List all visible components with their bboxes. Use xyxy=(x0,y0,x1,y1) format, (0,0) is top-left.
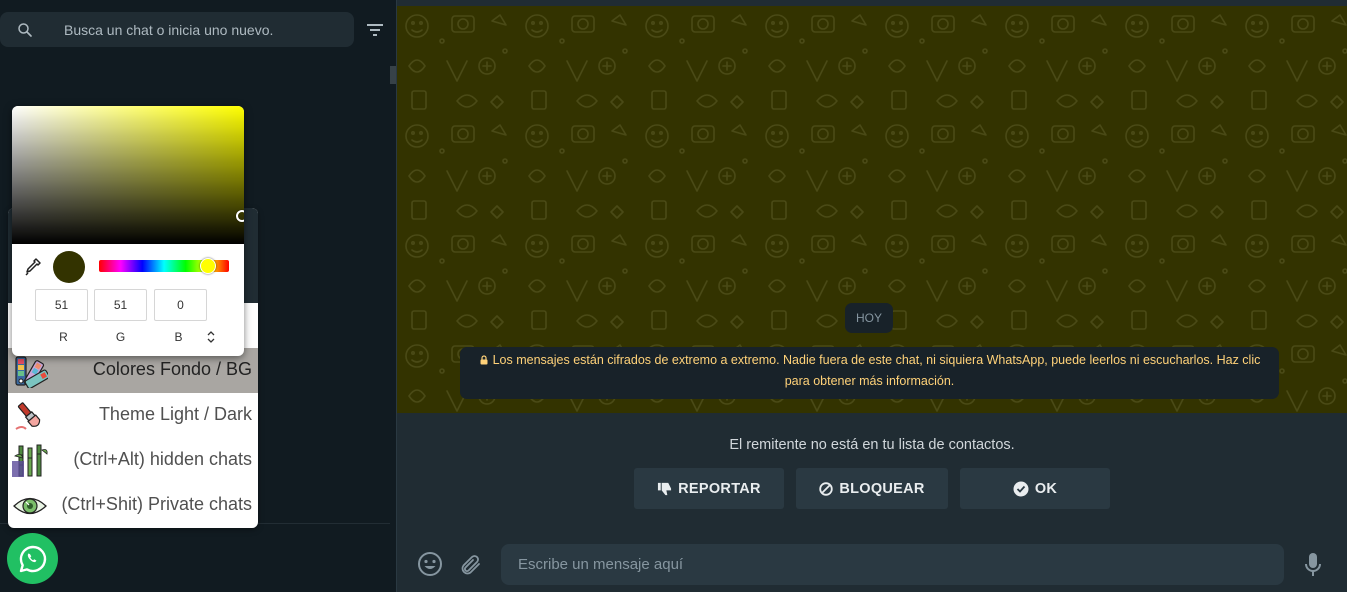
message-input[interactable] xyxy=(501,544,1284,585)
message-composer xyxy=(397,533,1347,592)
ok-button[interactable]: OK xyxy=(960,468,1110,509)
sidebar: Colores Fondo / BG Theme Light / Dark xyxy=(0,0,396,592)
menu-item-hidden-chats[interactable]: (Ctrl+Alt) hidden chats xyxy=(8,438,258,483)
red-input[interactable] xyxy=(35,289,88,321)
search-bar[interactable] xyxy=(0,12,354,47)
eyedropper-icon[interactable] xyxy=(25,258,41,276)
color-mode-toggle-icon[interactable] xyxy=(205,330,217,344)
block-button[interactable]: BLOQUEAR xyxy=(796,468,948,509)
menu-item-label: Theme Light / Dark xyxy=(98,404,252,424)
paint-brush-icon xyxy=(15,402,41,430)
date-chip: HOY xyxy=(845,303,893,333)
color-preview-swatch xyxy=(53,251,85,283)
blue-input[interactable] xyxy=(154,289,207,321)
menu-item-private-chats[interactable]: (Ctrl+Shit) Private chats xyxy=(8,483,258,528)
menu-item-label: Colores Fondo / BG xyxy=(92,359,252,379)
blue-label: B xyxy=(174,330,183,344)
hue-slider[interactable] xyxy=(99,258,229,274)
paperclip-icon[interactable] xyxy=(459,553,483,577)
saturation-area[interactable] xyxy=(12,106,244,244)
search-icon xyxy=(18,23,32,37)
encryption-notice-text: Los mensajes están cifrados de extremo a… xyxy=(492,353,1261,388)
unknown-sender-text: El remitente no está en tu lista de cont… xyxy=(729,437,1015,453)
ok-button-label: OK xyxy=(1034,480,1058,497)
lock-icon xyxy=(480,355,488,365)
search-input[interactable] xyxy=(56,12,346,47)
encryption-notice[interactable]: Los mensajes están cifrados de extremo a… xyxy=(460,347,1279,399)
green-label: G xyxy=(115,330,126,344)
red-label: R xyxy=(59,330,68,344)
bamboo-icon xyxy=(12,444,48,477)
filter-icon[interactable] xyxy=(365,20,385,40)
menu-item-label: (Ctrl+Shit) Private chats xyxy=(61,494,252,514)
report-button[interactable]: REPORTAR xyxy=(634,468,784,509)
green-input[interactable] xyxy=(94,289,147,321)
color-picker: R G B xyxy=(12,106,244,356)
whatsapp-icon xyxy=(19,545,46,572)
menu-item-theme[interactable]: Theme Light / Dark xyxy=(8,393,258,438)
eye-icon xyxy=(13,497,47,515)
emoji-icon[interactable] xyxy=(417,551,443,577)
block-button-label: BLOQUEAR xyxy=(839,480,925,497)
check-circle-icon xyxy=(1013,481,1029,496)
menu-item-label: (Ctrl+Alt) hidden chats xyxy=(73,449,252,469)
report-button-label: REPORTAR xyxy=(678,480,761,497)
microphone-icon[interactable] xyxy=(1303,552,1323,578)
hue-slider-handle[interactable] xyxy=(200,258,216,274)
whatsapp-button[interactable] xyxy=(7,533,58,584)
saturation-handle[interactable] xyxy=(236,210,244,222)
thumbs-down-icon xyxy=(658,482,672,496)
unknown-sender-panel: El remitente no está en tu lista de cont… xyxy=(397,413,1347,533)
chat-background: HOY Los mensajes están cifrados de extre… xyxy=(397,6,1347,413)
conversation-panel: HOY Los mensajes están cifrados de extre… xyxy=(397,0,1347,592)
block-icon xyxy=(819,481,834,496)
color-palette-icon xyxy=(15,356,48,388)
